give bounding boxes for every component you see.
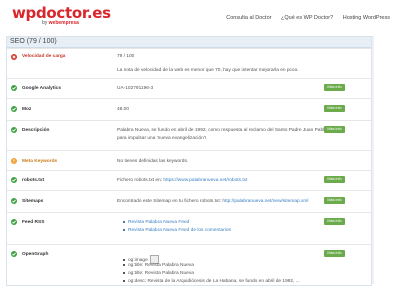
og-text: og:desc: Revista de la Arquidiócesis de … [128, 279, 300, 284]
check-icon [11, 85, 17, 91]
feed-list-item: Revista Palabra Nueva Feed de los coment… [123, 228, 231, 233]
site-header: wpdoctor.es by webempresa Consulta al Do… [0, 0, 400, 32]
row-label: Descripción [22, 128, 50, 133]
row-label: Sitemaps [22, 199, 44, 204]
nav-que-es[interactable]: ¿Qué es WP Doctor? [281, 15, 333, 21]
og-item: og:title: Revista Palabra Nueva [123, 263, 194, 268]
warning-icon [11, 158, 17, 164]
row-robots: robots.txt Fichero robots.txt en: https:… [7, 170, 371, 191]
row-value: Encontrado este Sitemap en tu fichero ro… [117, 199, 308, 204]
row-descripcion: Descripción Palabra Nueva, se fundo en a… [7, 120, 371, 151]
bullet-icon [123, 228, 125, 231]
row-meta-keywords: Meta Keywords No tienes definidas las ke… [7, 150, 371, 171]
row-label: Meta Keywords [22, 159, 58, 164]
more-info-button[interactable]: Más info [324, 126, 345, 133]
row-label: Moz [22, 107, 32, 112]
seo-panel: SEO (79 / 100) Velocidad de carga 79 / 1… [6, 36, 372, 286]
more-info-button[interactable]: Más info [324, 218, 345, 225]
row-value: 79 / 100 [117, 54, 135, 59]
robots-link[interactable]: https://www.palabranueva.net/robots.txt [163, 178, 247, 183]
bullet-icon [123, 263, 125, 266]
row-label: Velocidad de carga [22, 54, 66, 59]
row-velocidad: Velocidad de carga 79 / 100 La nota de v… [7, 48, 371, 79]
robots-text: Fichero robots.txt en: [117, 178, 163, 183]
more-info-button[interactable]: Más info [324, 176, 345, 183]
sitemap-text: Encontrado este Sitemap en tu fichero ro… [117, 199, 221, 204]
og-text: og:title: Revista Palabra Nueva [128, 263, 194, 268]
nav-hosting[interactable]: Hosting WordPress [343, 15, 390, 21]
bullet-icon [123, 279, 125, 282]
more-info-button[interactable]: Más info [324, 197, 345, 204]
wpdoctor-logo[interactable]: wpdoctor.es by webempresa [12, 4, 111, 27]
check-icon [11, 106, 17, 112]
bullet-icon [123, 271, 125, 274]
feed-comments-link[interactable]: Revista Palabra Nueva Feed de los coment… [128, 228, 231, 233]
row-value: UA-102791196-3 [117, 86, 154, 91]
row-note: La nota de velocidad de la web es menor … [117, 68, 299, 73]
og-item: og:title: Revista Palabra Nueva [123, 271, 194, 276]
row-feed-rss: Feed RSS Revista Palabra Nueva Feed Revi… [7, 212, 371, 245]
row-label: OpenGraph [22, 252, 49, 257]
row-label: robots.txt [22, 178, 45, 183]
row-value: Palabra Nueva, se fundo en abril de 1992… [117, 128, 331, 133]
nav-consulta[interactable]: Consulta al Doctor [226, 15, 271, 21]
row-google-analytics: Google Analytics UA-102791196-3 Más info [7, 78, 371, 99]
feed-link[interactable]: Revista Palabra Nueva Feed [128, 220, 189, 225]
row-sitemaps: Sitemaps Encontrado este Sitemap en tu f… [7, 190, 371, 213]
logo-by: by [42, 20, 48, 26]
row-label: Feed RSS [22, 220, 45, 225]
row-value-continued: para impulsar una 'nueva evangelización'… [117, 136, 207, 141]
top-nav: Consulta al Doctor ¿Qué es WP Doctor? Ho… [218, 15, 390, 21]
check-icon [11, 127, 17, 133]
og-text: og:title: Revista Palabra Nueva [128, 271, 194, 276]
logo-company: webempresa [48, 20, 79, 26]
error-icon [11, 54, 17, 60]
bullet-icon [123, 220, 125, 223]
check-icon [11, 177, 17, 183]
row-opengraph: OpenGraph og:image og:title: Revista Pal… [7, 244, 371, 286]
more-info-button[interactable]: Más info [324, 105, 345, 112]
og-item: og:desc: Revista de la Arquidiócesis de … [123, 279, 300, 284]
seo-panel-title: SEO (79 / 100) [7, 37, 371, 48]
check-icon [11, 219, 17, 225]
row-label: Google Analytics [22, 86, 62, 91]
more-info-button[interactable]: Más info [324, 250, 345, 257]
sitemap-link[interactable]: http://palabranueva.net/new/sitemap.xml [222, 199, 308, 204]
check-icon [11, 251, 17, 257]
check-icon [11, 198, 17, 204]
logo-tld: .es [86, 4, 111, 22]
feed-list-item: Revista Palabra Nueva Feed [123, 220, 189, 225]
bullet-icon [123, 258, 125, 261]
row-value: No tienes definidas las keywords. [117, 159, 189, 164]
row-value: Fichero robots.txt en: https://www.palab… [117, 178, 247, 183]
row-moz: Moz 48.00 Más info [7, 98, 371, 121]
row-value: 48.00 [117, 107, 130, 112]
page-scrollbar[interactable] [372, 36, 374, 284]
more-info-button[interactable]: Más info [324, 84, 345, 91]
